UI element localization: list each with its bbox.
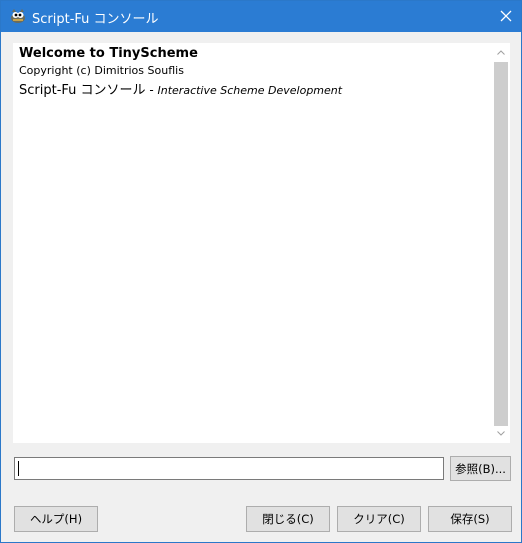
- browse-button[interactable]: 参照(B)...: [450, 456, 511, 481]
- console-output[interactable]: Welcome to TinyScheme Copyright (c) Dimi…: [13, 43, 510, 443]
- gimp-wilber-icon: [9, 8, 27, 24]
- chevron-up-icon: [497, 50, 505, 55]
- window-close-button[interactable]: [491, 1, 521, 32]
- scriptfu-title-line: Script-Fu コンソール - Interactive Scheme Dev…: [19, 79, 486, 98]
- welcome-line: Welcome to TinyScheme: [19, 46, 198, 61]
- help-button[interactable]: ヘルプ(H): [14, 506, 98, 532]
- close-button[interactable]: 閉じる(C): [246, 506, 330, 532]
- copyright-line: Copyright (c) Dimitrios Souflis: [19, 64, 184, 77]
- clear-button[interactable]: クリア(C): [337, 506, 421, 532]
- title-bar[interactable]: Script-Fu コンソール: [1, 1, 521, 32]
- console-text: Welcome to TinyScheme Copyright (c) Dimi…: [19, 45, 486, 98]
- scriptfu-name: Script-Fu コンソール: [19, 83, 146, 98]
- vertical-scrollbar[interactable]: [493, 43, 509, 443]
- save-button[interactable]: 保存(S): [428, 506, 512, 532]
- scriptfu-description: Interactive Scheme Development: [157, 84, 343, 97]
- window-title: Script-Fu コンソール: [32, 12, 159, 27]
- close-icon: [500, 10, 512, 22]
- scroll-up-button[interactable]: [493, 45, 509, 62]
- script-fu-console-window: Script-Fu コンソール Welcome to TinyScheme Co…: [0, 0, 522, 543]
- text-cursor: [18, 461, 19, 476]
- scrollbar-thumb[interactable]: [494, 62, 508, 426]
- title-separator: -: [145, 83, 158, 97]
- command-input[interactable]: [14, 457, 444, 480]
- scroll-down-button[interactable]: [493, 426, 509, 443]
- chevron-down-icon: [497, 431, 505, 436]
